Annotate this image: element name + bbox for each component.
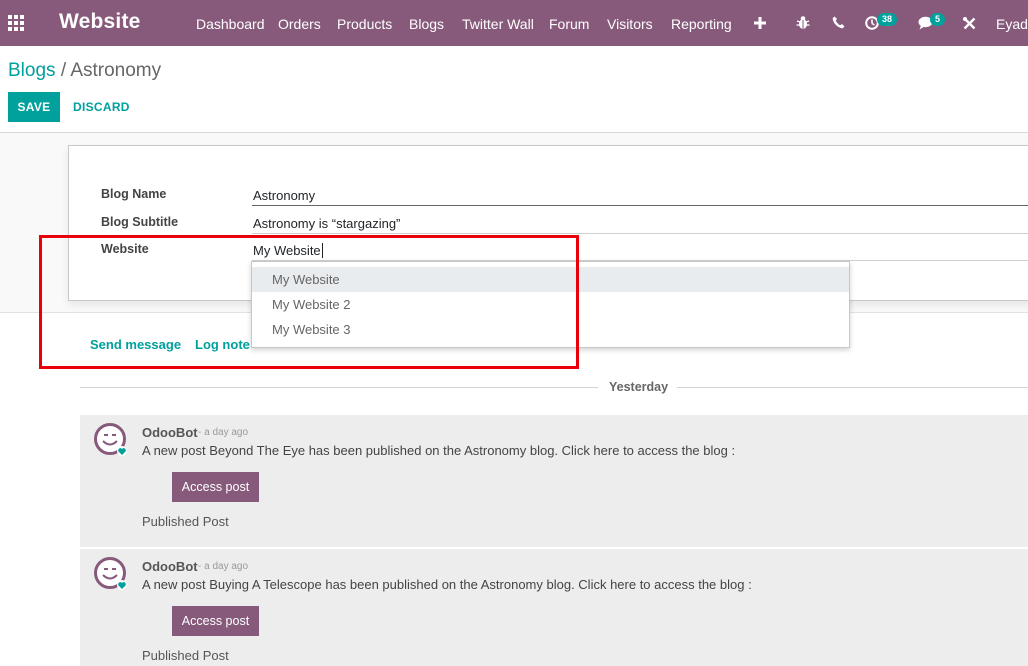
access-post-button[interactable]: Access post: [172, 606, 259, 636]
app-title[interactable]: Website: [59, 10, 141, 34]
menu-blogs[interactable]: Blogs: [409, 16, 444, 32]
top-navbar: Website Dashboard Orders Products Blogs …: [0, 0, 1028, 46]
menu-reporting[interactable]: Reporting: [671, 16, 732, 32]
menu-forum[interactable]: Forum: [549, 16, 589, 32]
menu-products[interactable]: Products: [337, 16, 392, 32]
access-post-button[interactable]: Access post: [172, 472, 259, 502]
day-separator-line-left: [80, 387, 598, 388]
chatter-message: OdooBot - a day ago A new post Beyond Th…: [80, 415, 1028, 547]
message-author[interactable]: OdooBot: [142, 425, 198, 440]
phone-icon[interactable]: [832, 16, 845, 29]
odoobot-avatar-icon[interactable]: [94, 557, 128, 591]
menu-dashboard[interactable]: Dashboard: [196, 16, 265, 32]
blog-subtitle-underline: [252, 233, 1028, 234]
app-menu-icon[interactable]: [8, 15, 26, 31]
message-body: A new post Buying A Telescope has been p…: [142, 577, 752, 592]
day-separator-label: Yesterday: [609, 380, 669, 394]
message-date: - a day ago: [198, 427, 249, 438]
breadcrumb-separator: /: [60, 60, 67, 81]
save-button[interactable]: SAVE: [8, 92, 60, 122]
blog-subtitle-label: Blog Subtitle: [101, 215, 179, 229]
user-menu[interactable]: Eyad: [996, 16, 1028, 32]
message-date: - a day ago: [198, 561, 249, 572]
menu-twitter-wall[interactable]: Twitter Wall: [462, 16, 534, 32]
message-body: A new post Beyond The Eye has been publi…: [142, 443, 736, 458]
debug-tools-icon[interactable]: [963, 17, 976, 30]
blog-subtitle-input[interactable]: Astronomy is “stargazing”: [253, 216, 400, 231]
messages-count-badge: 5: [930, 13, 946, 26]
blog-name-underline: [252, 205, 1028, 206]
blog-name-label: Blog Name: [101, 187, 167, 201]
chatter-message: OdooBot - a day ago A new post Buying A …: [80, 549, 1028, 666]
message-author[interactable]: OdooBot: [142, 559, 198, 574]
highlight-box: [39, 235, 579, 369]
message-subtype: Published Post: [142, 648, 229, 663]
breadcrumb-current: Astronomy: [70, 60, 162, 81]
breadcrumb: Blogs / Astronomy: [8, 60, 161, 82]
breadcrumb-blogs[interactable]: Blogs: [8, 60, 56, 81]
odoobot-avatar-icon[interactable]: [94, 423, 128, 457]
blog-name-input[interactable]: Astronomy: [253, 188, 315, 203]
day-separator-line-right: [677, 387, 1028, 388]
bug-icon[interactable]: [796, 15, 810, 30]
menu-orders[interactable]: Orders: [278, 16, 321, 32]
message-subtype: Published Post: [142, 514, 229, 529]
activity-count-badge: 38: [877, 13, 898, 26]
discard-button[interactable]: DISCARD: [73, 100, 130, 114]
plus-icon[interactable]: [754, 17, 766, 29]
menu-visitors[interactable]: Visitors: [607, 16, 653, 32]
